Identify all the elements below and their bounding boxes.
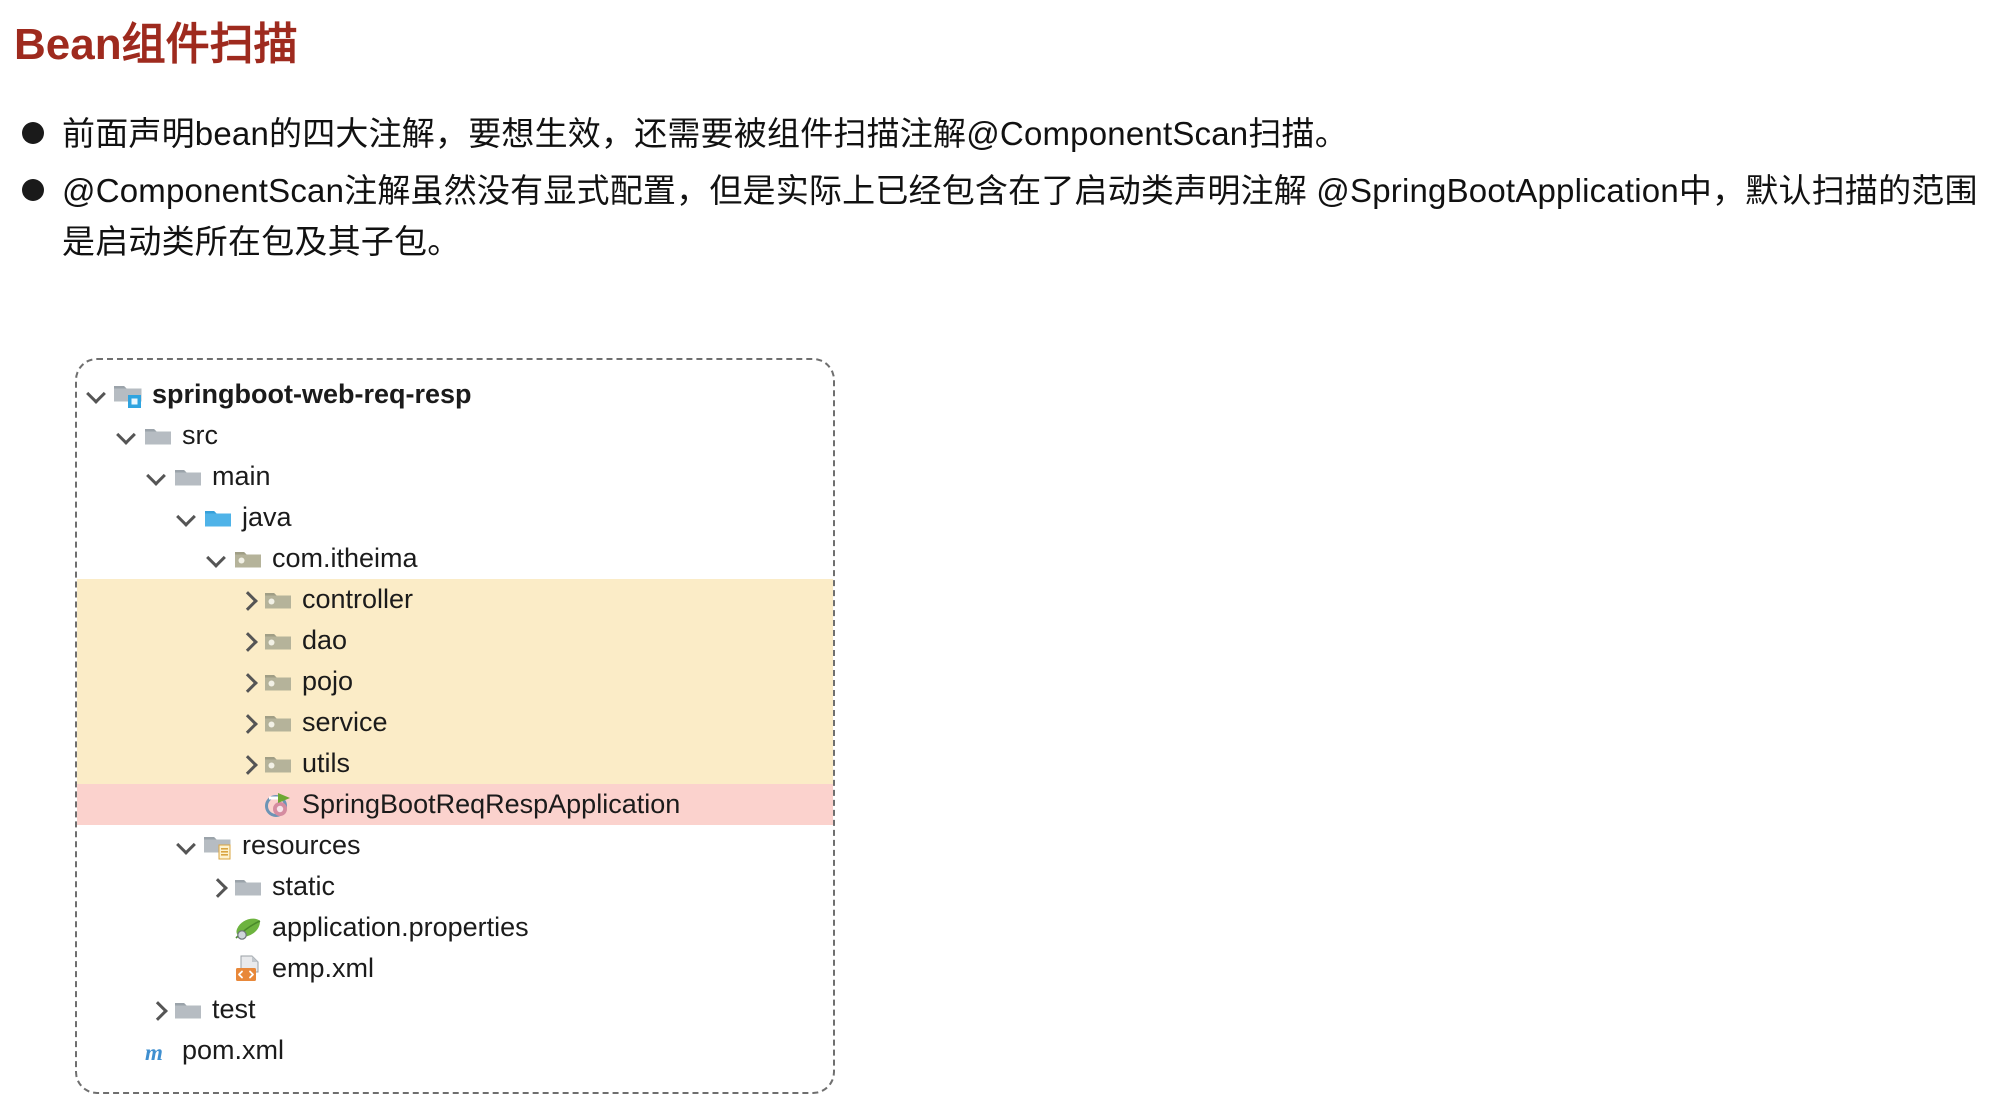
- tree-row[interactable]: application.properties: [77, 907, 833, 948]
- tree-row[interactable]: com.itheima: [77, 538, 833, 579]
- chevron-down-icon[interactable]: [113, 423, 139, 449]
- chevron-right-icon[interactable]: [233, 751, 259, 777]
- folder-icon: [173, 462, 203, 492]
- bullet-dot-icon: [22, 179, 44, 202]
- tree-row[interactable]: resources: [77, 825, 833, 866]
- no-toggle-spacer: [203, 956, 229, 982]
- no-toggle-spacer: [233, 792, 259, 818]
- package-folder-icon: [263, 626, 293, 656]
- no-toggle-spacer: [113, 1038, 139, 1064]
- resources-folder-icon: [203, 831, 233, 861]
- folder-icon: [143, 421, 173, 451]
- package-folder-icon: [263, 749, 293, 779]
- tree-row[interactable]: src: [77, 415, 833, 456]
- package-folder-icon: [263, 667, 293, 697]
- tree-row[interactable]: emp.xml: [77, 948, 833, 989]
- project-tree: springboot-web-req-resp src main java com.it…: [77, 360, 833, 1092]
- chevron-down-icon[interactable]: [203, 546, 229, 572]
- xml-file-icon: [233, 954, 263, 984]
- tree-row-label: pojo: [302, 666, 354, 696]
- bullet-text: 前面声明bean的四大注解，要想生效，还需要被组件扫描注解@ComponentS…: [62, 115, 1348, 152]
- tree-row-label: SpringBootReqRespApplication: [302, 789, 681, 819]
- tree-row[interactable]: springboot-web-req-resp: [77, 374, 833, 415]
- slide-page: Bean组件扫描 前面声明bean的四大注解，要想生效，还需要被组件扫描注解@C…: [0, 0, 1996, 1102]
- chevron-right-icon[interactable]: [233, 628, 259, 654]
- tree-row-label: utils: [302, 748, 351, 778]
- chevron-right-icon[interactable]: [233, 587, 259, 613]
- page-title: Bean组件扫描: [14, 20, 298, 69]
- tree-row-label: emp.xml: [272, 953, 375, 983]
- chevron-right-icon[interactable]: [143, 997, 169, 1023]
- chevron-down-icon[interactable]: [173, 833, 199, 859]
- tree-row[interactable]: pojo: [77, 661, 833, 702]
- project-tree-panel: springboot-web-req-resp src main java com.it…: [75, 358, 835, 1094]
- tree-row[interactable]: controller: [77, 579, 833, 620]
- tree-row[interactable]: utils: [77, 743, 833, 784]
- chevron-right-icon[interactable]: [233, 669, 259, 695]
- no-toggle-spacer: [203, 915, 229, 941]
- tree-row-label: pom.xml: [182, 1035, 285, 1065]
- tree-row-label: java: [242, 502, 292, 532]
- tree-row[interactable]: service: [77, 702, 833, 743]
- package-folder-icon: [233, 544, 263, 574]
- tree-row[interactable]: dao: [77, 620, 833, 661]
- tree-row[interactable]: SpringBootReqRespApplication: [77, 784, 833, 825]
- package-folder-icon: [263, 708, 293, 738]
- tree-row[interactable]: java: [77, 497, 833, 538]
- spring-leaf-icon: [233, 913, 263, 943]
- tree-row-label: controller: [302, 584, 414, 614]
- package-folder-icon: [263, 585, 293, 615]
- folder-icon: [173, 995, 203, 1025]
- bullet-list: 前面声明bean的四大注解，要想生效，还需要被组件扫描注解@ComponentS…: [18, 108, 1978, 273]
- tree-row-label: application.properties: [272, 912, 529, 942]
- folder-icon: [233, 872, 263, 902]
- tree-row-label: main: [212, 461, 271, 491]
- bullet-dot-icon: [22, 122, 44, 144]
- list-item: 前面声明bean的四大注解，要想生效，还需要被组件扫描注解@ComponentS…: [18, 108, 1978, 159]
- tree-row-label: static: [272, 871, 336, 901]
- chevron-down-icon[interactable]: [143, 464, 169, 490]
- chevron-down-icon[interactable]: [83, 382, 109, 408]
- maven-file-icon: m: [143, 1036, 173, 1066]
- tree-row-label: resources: [242, 830, 361, 860]
- tree-row-label: src: [182, 420, 218, 450]
- tree-row-label: springboot-web-req-resp: [152, 379, 472, 409]
- tree-row[interactable]: static: [77, 866, 833, 907]
- module-folder-icon: [113, 380, 143, 410]
- tree-row-label: dao: [302, 625, 348, 655]
- tree-row[interactable]: test: [77, 989, 833, 1030]
- tree-row-label: service: [302, 707, 388, 737]
- list-item: @ComponentScan注解虽然没有显式配置，但是实际上已经包含在了启动类声…: [18, 165, 1978, 267]
- tree-row[interactable]: m pom.xml: [77, 1030, 833, 1071]
- svg-text:m: m: [145, 1040, 163, 1065]
- chevron-right-icon[interactable]: [233, 710, 259, 736]
- tree-row-label: test: [212, 994, 256, 1024]
- tree-row[interactable]: main: [77, 456, 833, 497]
- source-root-folder-icon: [203, 503, 233, 533]
- chevron-right-icon[interactable]: [203, 874, 229, 900]
- chevron-down-icon[interactable]: [173, 505, 199, 531]
- bullet-text: @ComponentScan注解虽然没有显式配置，但是实际上已经包含在了启动类声…: [62, 172, 1978, 261]
- springboot-class-icon: [263, 790, 293, 820]
- tree-row-label: com.itheima: [272, 543, 418, 573]
